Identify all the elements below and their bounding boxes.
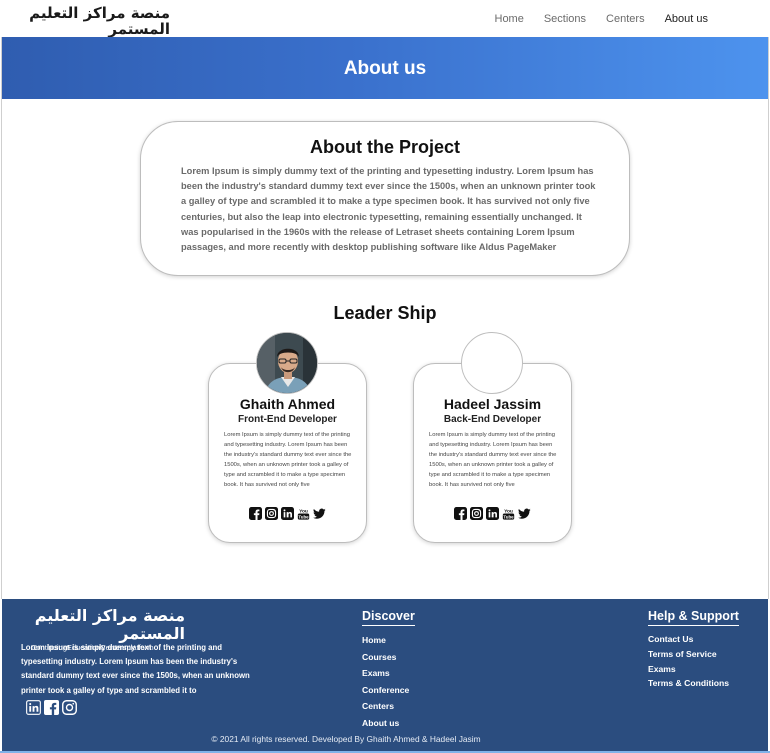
footer-logo-arabic: منصة مراكز التعليم المستمر — [34, 606, 185, 643]
top-navbar: منصة مراكز التعليم المستمر ContinuingEdu… — [0, 0, 770, 46]
svg-text:Tube: Tube — [503, 514, 514, 519]
youtube-icon[interactable]: YouTube — [502, 507, 515, 520]
member-role: Back-End Developer — [443, 414, 542, 425]
footer-link-home[interactable]: Home — [362, 632, 415, 649]
nav-home-link[interactable]: Home — [495, 13, 524, 25]
footer-link-exams[interactable]: Exams — [648, 662, 739, 677]
footer-socials — [26, 700, 77, 715]
footer-link-contact[interactable]: Contact Us — [648, 632, 739, 647]
footer-link-exams[interactable]: Exams — [362, 665, 415, 682]
about-project-title: About the Project — [309, 137, 460, 157]
hero-banner: About us — [2, 37, 768, 99]
nav-centers-link[interactable]: Centers — [606, 13, 645, 25]
footer-description: Lorem Ipsum is simply dummy text of the … — [21, 643, 250, 695]
youtube-icon[interactable]: YouTube — [297, 507, 310, 520]
facebook-icon[interactable] — [249, 507, 262, 520]
instagram-icon[interactable] — [470, 507, 483, 520]
member-socials: You Tube — [414, 507, 571, 520]
linkedin-icon[interactable] — [26, 700, 41, 715]
facebook-icon[interactable] — [454, 507, 467, 520]
brand-logo-arabic: منصة مراكز التعليم المستمر — [29, 4, 170, 38]
linkedin-icon[interactable] — [281, 507, 294, 520]
twitter-icon[interactable] — [518, 507, 531, 520]
footer-link-centers[interactable]: Centers — [362, 698, 415, 715]
footer-discover-links: Home Courses Exams Conference Centers Ab… — [362, 632, 415, 731]
brand-logo[interactable]: منصة مراكز التعليم المستمر ContinuingEdu… — [20, 5, 176, 46]
footer-discover-title: Discover — [362, 609, 415, 626]
member-role: Front-End Developer — [238, 414, 337, 425]
svg-text:You: You — [299, 508, 308, 514]
member-name: Ghaith Ahmed — [239, 396, 336, 412]
avatar-ghaith — [256, 332, 318, 394]
facebook-icon[interactable] — [44, 700, 59, 715]
footer-link-courses[interactable]: Courses — [362, 649, 415, 666]
page-title: About us — [343, 58, 427, 79]
instagram-icon[interactable] — [265, 507, 278, 520]
instagram-icon[interactable] — [62, 700, 77, 715]
member-name: Hadeel Jassim — [443, 396, 542, 412]
footer-discover: Discover Home Courses Exams Conference C… — [362, 607, 415, 731]
nav-sections-link[interactable]: Sections — [544, 13, 586, 25]
footer-link-terms-conditions[interactable]: Terms & Conditions — [648, 676, 739, 691]
nav-about-link[interactable]: About us — [665, 13, 708, 25]
nav-links: Home Sections Centers About us — [475, 13, 709, 25]
footer-help-title: Help & Support — [648, 609, 739, 626]
member-bio: Lorem Ipsum is simply dummy text of the … — [429, 432, 557, 489]
linkedin-icon[interactable] — [486, 507, 499, 520]
copyright-text: © 2021 All rights reserved. Developed By… — [211, 734, 481, 744]
footer-help: Help & Support Contact Us Terms of Servi… — [648, 607, 739, 691]
footer-help-links: Contact Us Terms of Service Exams Terms … — [648, 632, 739, 691]
footer-link-terms-service[interactable]: Terms of Service — [648, 647, 739, 662]
twitter-icon[interactable] — [313, 507, 326, 520]
leadership-title: Leader Ship — [333, 303, 437, 323]
member-bio: Lorem Ipsum is simply dummy text of the … — [224, 432, 352, 489]
site-footer: منصة مراكز التعليم المستمر ContinuingEdu… — [2, 599, 768, 753]
svg-text:You: You — [504, 508, 513, 514]
footer-link-conference[interactable]: Conference — [362, 682, 415, 699]
footer-link-about[interactable]: About us — [362, 715, 415, 732]
avatar-hadeel — [461, 332, 523, 394]
about-project-card: About the Project Lorem Ipsum is simply … — [140, 121, 630, 276]
avatar-photo — [257, 333, 317, 393]
about-project-text: Lorem Ipsum is simply dummy text of the … — [181, 166, 596, 253]
member-socials: You Tube — [209, 507, 366, 520]
svg-text:Tube: Tube — [298, 514, 309, 519]
